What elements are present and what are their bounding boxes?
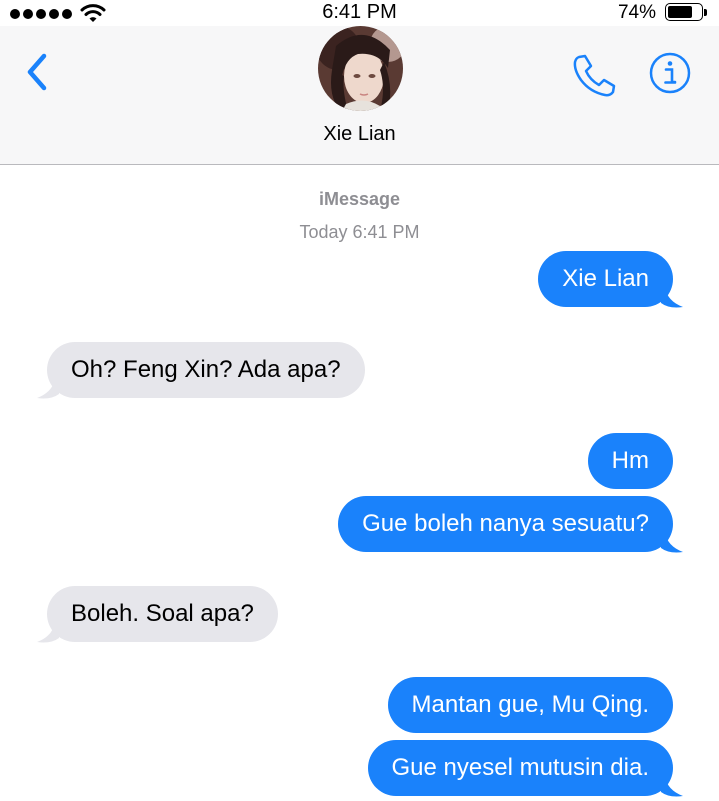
info-button[interactable] — [649, 52, 691, 94]
avatar-portrait-image — [318, 26, 403, 111]
bubble-tail — [37, 378, 59, 399]
contact-avatar[interactable] — [318, 26, 403, 111]
outgoing-message-bubble[interactable]: Hm — [587, 433, 673, 489]
conversation-header: Xie Lian — [0, 26, 719, 165]
info-icon — [649, 52, 691, 94]
battery-icon — [665, 3, 707, 23]
outgoing-message-bubble[interactable]: Mantan gue, Mu Qing. — [387, 677, 673, 733]
chevron-left-icon — [27, 53, 47, 91]
imessage-screen: 6:41 PM 74% Xie Lian iMessage Today 6:41… — [0, 0, 719, 801]
outgoing-message-bubble[interactable]: Xie Lian — [538, 251, 673, 307]
conversation-timestamp: Today 6:41 PM — [299, 222, 420, 242]
status-bar: 6:41 PM 74% — [0, 0, 719, 26]
status-time: 6:41 PM — [322, 1, 397, 23]
outgoing-message-bubble[interactable]: Gue boleh nanya sesuatu? — [338, 496, 673, 552]
phone-icon — [573, 54, 616, 97]
bubble-tail — [661, 287, 683, 308]
battery-percentage: 74% — [617, 2, 656, 23]
service-label: iMessage — [318, 189, 401, 209]
call-button[interactable] — [570, 52, 618, 98]
bubble-tail — [37, 622, 59, 643]
bubble-tail — [661, 776, 683, 797]
back-button[interactable] — [22, 50, 56, 94]
bubble-tail — [661, 532, 683, 553]
incoming-message-bubble[interactable]: Boleh. Soal apa? — [47, 586, 278, 642]
outgoing-message-bubble[interactable]: Gue nyesel mutusin dia. — [367, 740, 673, 796]
incoming-message-bubble[interactable]: Oh? Feng Xin? Ada apa? — [47, 342, 365, 398]
contact-name[interactable]: Xie Lian — [0, 123, 719, 146]
